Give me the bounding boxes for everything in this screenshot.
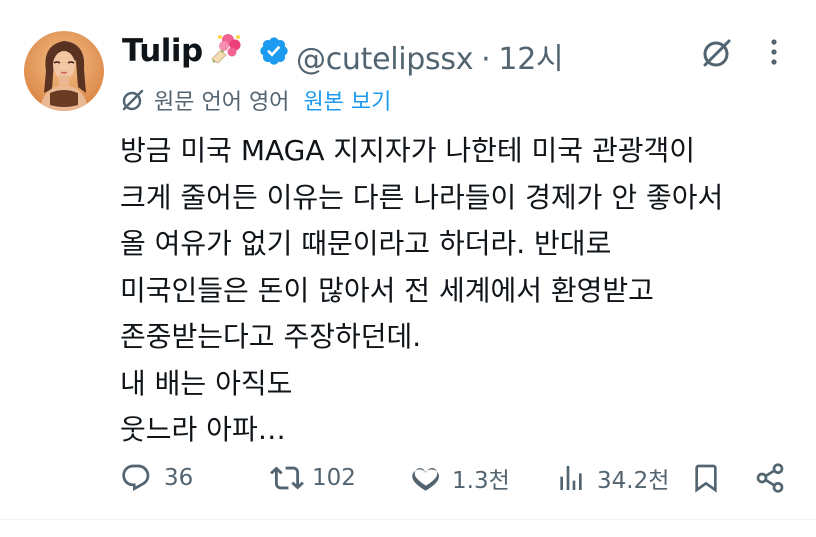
translation-label: 원문 언어 영어 [154, 90, 290, 115]
reply-icon [122, 464, 150, 491]
views-icon [560, 466, 582, 490]
author-name[interactable]: Tulip [122, 33, 203, 69]
views-button[interactable]: 34.2천 [555, 458, 669, 498]
heart-icon [412, 468, 439, 491]
like-button[interactable]: 1.3천 [410, 458, 510, 498]
like-count: 1.3천 [452, 468, 510, 494]
repost-icon [270, 466, 304, 490]
bookmark-icon [695, 464, 717, 493]
tweet-text-line: 미국인들은 돈이 많아서 전 세계에서 환영받고 [120, 273, 654, 307]
tweet-text-line: 내 배는 아직도 [120, 366, 293, 400]
repost-button[interactable]: 102 [270, 458, 356, 498]
grok-icon[interactable] [700, 36, 734, 70]
bookmark-button[interactable] [690, 458, 722, 498]
more-vertical-icon[interactable] [764, 38, 784, 66]
tweet-text-line: 웃느라 아파… [120, 413, 286, 446]
tweet-text: 방금 미국 MAGA 지지자가 나한테 미국 관광객이 크게 줄어든 이유는 다… [120, 128, 800, 454]
repost-count: 102 [312, 465, 356, 491]
separator: · [481, 42, 491, 77]
views-count: 34.2천 [597, 468, 670, 494]
reply-count: 36 [164, 465, 194, 491]
verified-badge-icon[interactable] [258, 35, 290, 67]
bouquet-emoji-icon [208, 31, 242, 65]
author-handle[interactable]: @cutelipssx [296, 42, 473, 77]
divider [0, 519, 816, 520]
grok-small-icon [122, 89, 144, 111]
reply-button[interactable]: 36 [120, 458, 193, 498]
avatar[interactable] [24, 31, 104, 111]
show-original-link[interactable]: 원본 보기 [303, 84, 391, 116]
tweet-text-line: 크게 줄어든 이유는 다른 나라들이 경제가 안 좋아서 [120, 180, 724, 214]
tweet-text-line: 존중받는다고 주장하던데. [120, 320, 422, 353]
share-button[interactable] [754, 458, 786, 498]
avatar-image [24, 31, 104, 111]
tweet-text-line: 방금 미국 MAGA 지지자가 나한테 미국 관광객이 [120, 134, 695, 167]
share-icon [756, 463, 784, 493]
translation-bar: 원문 언어 영어 원본 보기 [120, 85, 391, 115]
tweet-text-line: 올 여유가 없기 때문이라고 하더라. 반대로 [120, 227, 612, 260]
timestamp[interactable]: 12시 [498, 42, 563, 77]
